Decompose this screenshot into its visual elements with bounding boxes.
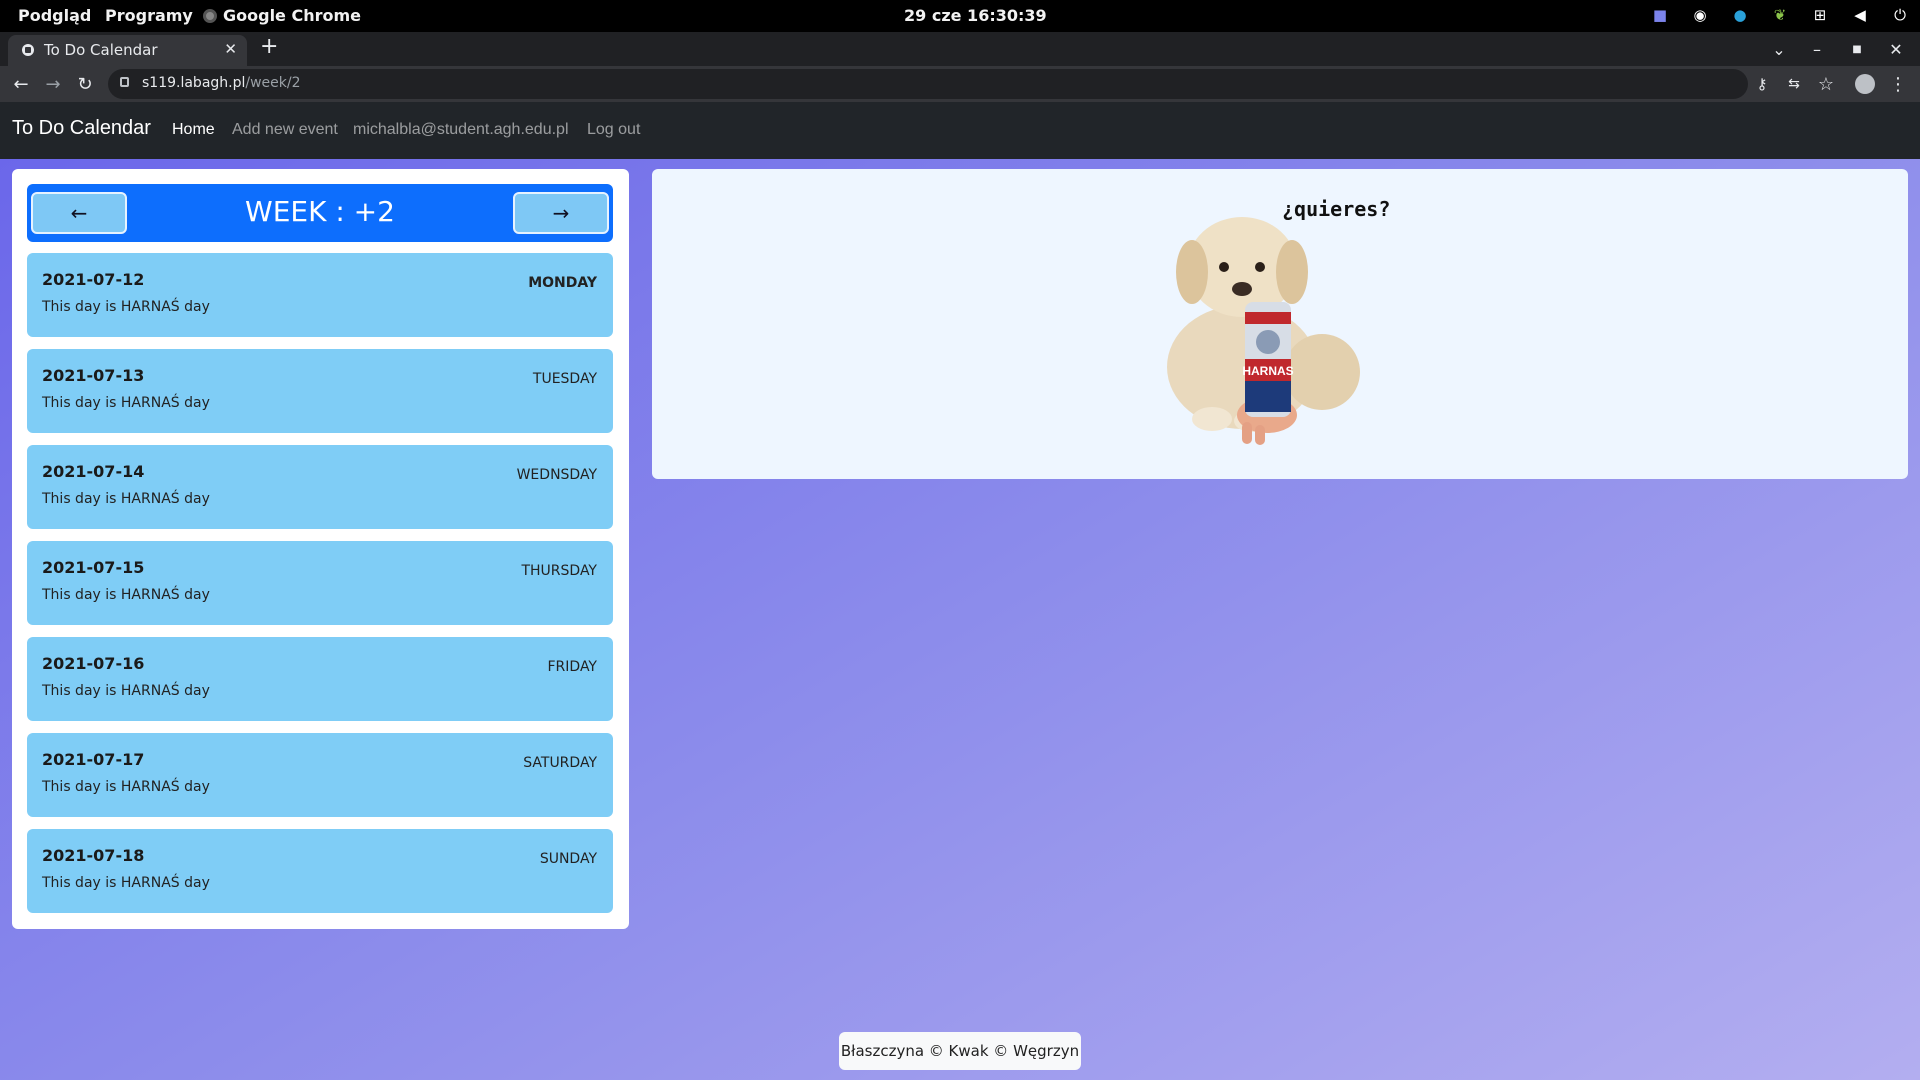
day-card[interactable]: 2021-07-17 SATURDAY This day is HARNAŚ d… xyxy=(27,733,613,817)
forward-icon[interactable]: → xyxy=(41,72,65,96)
day-card[interactable]: 2021-07-15 THURSDAY This day is HARNAŚ d… xyxy=(27,541,613,625)
day-note: This day is HARNAŚ day xyxy=(42,875,210,891)
day-note: This day is HARNAŚ day xyxy=(42,779,210,795)
day-note: This day is HARNAŚ day xyxy=(42,491,210,507)
favicon-icon xyxy=(22,44,34,56)
day-card[interactable]: 2021-07-14 WEDNSDAY This day is HARNAŚ d… xyxy=(27,445,613,529)
day-note: This day is HARNAŚ day xyxy=(42,395,210,411)
teams-icon[interactable]: ■ xyxy=(1650,5,1670,25)
brand-link[interactable]: To Do Calendar xyxy=(12,117,151,140)
bookmark-star-icon[interactable]: ☆ xyxy=(1814,72,1838,96)
key-icon[interactable]: ⚷ xyxy=(1750,72,1774,96)
browser-tab[interactable]: To Do Calendar ✕ xyxy=(8,35,247,66)
url-host: s119.labagh.pl xyxy=(142,75,246,91)
day-weekday: WEDNSDAY xyxy=(516,467,597,483)
footer: Błaszczyna © Kwak © Węgrzyn xyxy=(839,1032,1081,1070)
day-date: 2021-07-13 xyxy=(42,366,145,385)
week-panel: WEEK : +2 ← → 2021-07-12 MONDAY This day… xyxy=(12,169,629,929)
nav-add-event[interactable]: Add new event xyxy=(232,121,338,139)
prev-week-button[interactable]: ← xyxy=(31,192,127,234)
page-body: WEEK : +2 ← → 2021-07-12 MONDAY This day… xyxy=(0,159,1920,1080)
new-tab-icon[interactable]: + xyxy=(260,36,278,58)
day-weekday: SUNDAY xyxy=(539,851,597,867)
meme-caption: ¿quieres? xyxy=(1282,197,1391,221)
can-label: HARNAS xyxy=(1242,364,1293,378)
power-icon[interactable]: ⏻ xyxy=(1890,5,1910,25)
next-week-button[interactable]: → xyxy=(513,192,609,234)
menu-programs[interactable]: Programy xyxy=(105,6,193,25)
url-text: s119.labagh.pl/week/2 xyxy=(142,75,301,91)
telegram-icon[interactable]: ● xyxy=(1730,5,1750,25)
volume-icon[interactable]: ◀ xyxy=(1850,5,1870,25)
browser-toolbar: ← → ↻ s119.labagh.pl/week/2 ⚷ ⇆ ☆ ⋮ xyxy=(0,66,1920,102)
day-card[interactable]: 2021-07-18 SUNDAY This day is HARNAŚ day xyxy=(27,829,613,913)
url-path: /week/2 xyxy=(245,75,301,91)
tab-search-icon[interactable]: ⌄ xyxy=(1768,38,1790,60)
minimize-icon[interactable]: – xyxy=(1806,38,1828,60)
window-close-icon[interactable]: ✕ xyxy=(1885,38,1907,60)
day-weekday: THURSDAY xyxy=(521,563,597,579)
day-weekday: SATURDAY xyxy=(523,755,597,771)
reload-icon[interactable]: ↻ xyxy=(73,72,97,96)
site-navbar: To Do Calendar Home Add new event michal… xyxy=(0,102,1920,159)
day-weekday: TUESDAY xyxy=(532,371,597,387)
day-weekday: MONDAY xyxy=(528,275,597,291)
day-note: This day is HARNAŚ day xyxy=(42,587,210,603)
discord-icon[interactable]: ◉ xyxy=(1690,5,1710,25)
profile-avatar-icon[interactable] xyxy=(1853,72,1877,96)
translate-icon[interactable]: ⇆ xyxy=(1782,72,1806,96)
nav-logout[interactable]: Log out xyxy=(587,121,640,139)
address-bar[interactable]: s119.labagh.pl/week/2 xyxy=(108,69,1748,99)
lock-icon[interactable] xyxy=(120,77,129,87)
menu-app[interactable]: Google Chrome xyxy=(203,6,361,25)
day-weekday: FRIDAY xyxy=(547,659,598,675)
day-date: 2021-07-14 xyxy=(42,462,145,481)
leaf-icon[interactable]: ❦ xyxy=(1770,5,1790,25)
maximize-icon[interactable]: ■ xyxy=(1846,38,1868,60)
day-date: 2021-07-18 xyxy=(42,846,145,865)
nav-home[interactable]: Home xyxy=(172,121,215,139)
day-note: This day is HARNAŚ day xyxy=(42,683,210,699)
day-note: This day is HARNAŚ day xyxy=(42,299,210,315)
day-card[interactable]: 2021-07-13 TUESDAY This day is HARNAŚ da… xyxy=(27,349,613,433)
clock[interactable]: 29 cze 16:30:39 xyxy=(904,6,1047,25)
tab-title: To Do Calendar xyxy=(44,41,158,59)
back-icon[interactable]: ← xyxy=(9,72,33,96)
tab-close-icon[interactable]: ✕ xyxy=(224,40,237,58)
week-header: WEEK : +2 ← → xyxy=(27,184,613,242)
day-card[interactable]: 2021-07-16 FRIDAY This day is HARNAŚ day xyxy=(27,637,613,721)
chrome-menu-icon[interactable]: ⋮ xyxy=(1886,72,1910,96)
chrome-icon xyxy=(203,8,217,23)
nav-user-email[interactable]: michalbla@student.agh.edu.pl xyxy=(353,121,569,139)
os-top-bar: Podgląd Programy Google Chrome 29 cze 16… xyxy=(0,0,1920,32)
menu-app-label: Google Chrome xyxy=(223,6,362,25)
meme-panel: HARNAS ¿quieres? xyxy=(652,169,1908,479)
puppy-with-beer-image: HARNAS xyxy=(1167,217,1360,445)
day-card[interactable]: 2021-07-12 MONDAY This day is HARNAŚ day xyxy=(27,253,613,337)
day-date: 2021-07-17 xyxy=(42,750,145,769)
tab-strip: To Do Calendar ✕ xyxy=(0,32,1920,66)
day-date: 2021-07-15 xyxy=(42,558,145,577)
day-date: 2021-07-12 xyxy=(42,270,145,289)
system-tray: ■ ◉ ● ❦ ⊞ ◀ ⏻ xyxy=(1650,5,1910,25)
day-date: 2021-07-16 xyxy=(42,654,145,673)
network-icon[interactable]: ⊞ xyxy=(1810,5,1830,25)
menu-preview[interactable]: Podgląd xyxy=(18,6,91,25)
